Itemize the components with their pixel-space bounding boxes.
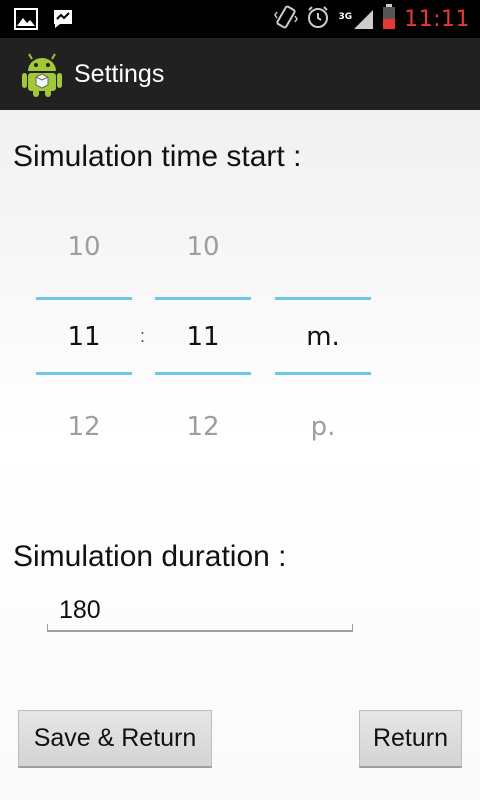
android-app-icon[interactable] bbox=[22, 51, 62, 97]
save-return-button[interactable]: Save & Return bbox=[18, 710, 212, 768]
alarm-icon bbox=[306, 5, 330, 33]
duration-input-underline bbox=[47, 624, 353, 632]
messenger-icon bbox=[52, 8, 74, 34]
hour-divider-bottom bbox=[36, 372, 132, 375]
time-start-label: Simulation time start : bbox=[13, 140, 302, 173]
minute-next-value[interactable]: 12 bbox=[155, 412, 251, 442]
image-icon bbox=[14, 8, 38, 34]
ampm-divider-bottom bbox=[275, 372, 371, 375]
hour-divider-top bbox=[36, 297, 132, 300]
duration-label: Simulation duration : bbox=[13, 540, 287, 573]
minute-divider-top bbox=[155, 297, 251, 300]
page-title: Settings bbox=[74, 59, 165, 88]
signal-icon: 3G bbox=[338, 8, 374, 30]
status-clock: 11:11 bbox=[404, 6, 470, 32]
minute-prev-value[interactable]: 10 bbox=[155, 232, 251, 262]
ampm-divider-top bbox=[275, 297, 371, 300]
duration-value[interactable]: 180 bbox=[59, 596, 101, 625]
status-bar: 3G 11:11 bbox=[0, 0, 480, 38]
hour-next-value[interactable]: 12 bbox=[36, 412, 132, 442]
hour-current-value[interactable]: 11 bbox=[36, 322, 132, 352]
vibrate-icon bbox=[274, 4, 299, 34]
minute-current-value[interactable]: 11 bbox=[155, 322, 251, 352]
minute-divider-bottom bbox=[155, 372, 251, 375]
battery-icon bbox=[382, 4, 396, 34]
ampm-next-value[interactable]: p. bbox=[275, 412, 371, 442]
hour-prev-value[interactable]: 10 bbox=[36, 232, 132, 262]
network-type: 3G bbox=[338, 12, 353, 22]
duration-input[interactable]: 180 bbox=[47, 590, 353, 632]
action-bar: Settings bbox=[0, 38, 480, 110]
return-button[interactable]: Return bbox=[359, 710, 462, 768]
time-separator: : bbox=[140, 326, 146, 346]
ampm-current-value[interactable]: m. bbox=[275, 322, 371, 352]
